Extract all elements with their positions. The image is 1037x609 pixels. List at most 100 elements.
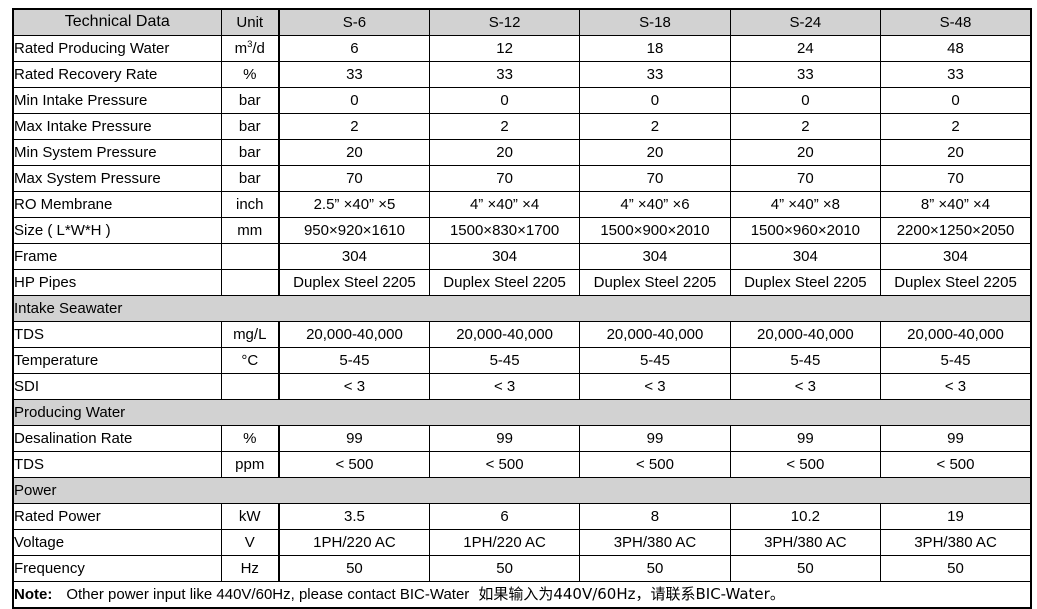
cell-value: 2 [729,113,882,140]
cell-value: 0 [880,87,1032,114]
row-label: Frequency [12,555,222,582]
row-label: Frame [12,243,222,270]
column-header-model-1: S-12 [428,8,581,36]
row-unit: bar [220,113,280,140]
cell-value: 70 [579,165,731,192]
cell-value: 2 [579,113,731,140]
cell-value: 3PH/380 AC [880,529,1032,556]
cell-value: 48 [880,35,1032,62]
cell-value: 70 [880,165,1032,192]
cell-value: < 500 [428,451,581,478]
column-header-model-2: S-18 [579,8,731,36]
row-label: Desalination Rate [12,425,222,452]
cell-value: 2 [880,113,1032,140]
cell-value: 20,000-40,000 [428,321,581,348]
cell-value: < 3 [880,373,1032,400]
cell-value: 5-45 [880,347,1032,374]
table-row: TDS mg/L 20,000-40,000 20,000-40,000 20,000-… [12,321,1032,348]
cell-value: < 3 [729,373,882,400]
cell-value: 1500×960×2010 [729,217,882,244]
column-header-unit: Unit [220,8,280,36]
section-header-row: Power [12,477,1032,504]
cell-value: 50 [428,555,581,582]
cell-value: 304 [277,243,430,270]
cell-value: 1500×830×1700 [428,217,581,244]
row-label: Min Intake Pressure [12,87,222,114]
row-label: Max System Pressure [12,165,222,192]
cell-value: 50 [277,555,430,582]
row-label: Temperature [12,347,222,374]
row-label: SDI [12,373,222,400]
row-unit: ppm [220,451,280,478]
cell-value: 99 [579,425,731,452]
header-row: Technical Data Unit S-6 S-12 S-18 S-24 S… [12,8,1032,36]
cell-value: Duplex Steel 2205 [277,269,430,296]
section-header-row: Intake Seawater [12,295,1032,322]
table-row: Temperature °C 5-45 5-45 5-45 5-45 5-45 [12,347,1032,374]
cell-value: 70 [428,165,581,192]
cell-value: < 3 [579,373,731,400]
table-row: Rated Recovery Rate% 33 33 33 33 33 [12,61,1032,88]
section-header-label: Producing Water [12,399,1032,426]
row-label: Max Intake Pressure [12,113,222,140]
cell-value: 304 [428,243,581,270]
cell-value: 33 [579,61,731,88]
table-row: HP Pipes Duplex Steel 2205 Duplex Steel 22… [12,269,1032,296]
cell-value: 20,000-40,000 [277,321,430,348]
table-row: Frequency Hz 50 50 50 50 50 [12,555,1032,582]
cell-value: < 3 [277,373,430,400]
cell-value: 3.5 [277,503,430,530]
row-unit [220,269,280,296]
note-text-en: Other power input like 440V/60Hz, please… [66,585,470,603]
table-row: Frame 304 304 304 304 304 [12,243,1032,270]
row-label: HP Pipes [12,269,222,296]
cell-value: 18 [579,35,731,62]
cell-value: 99 [428,425,581,452]
table-row: Min System Pressure bar 20 20 20 20 20 [12,139,1032,166]
cell-value: 8” ×40” ×4 [880,191,1032,218]
spec-sheet: Technical Data Unit S-6 S-12 S-18 S-24 S… [12,8,1032,609]
cell-value: 20,000-40,000 [880,321,1032,348]
cell-value: 19 [880,503,1032,530]
table-row: Rated Power kW 3.5 6 8 10.2 19 [12,503,1032,530]
cell-value: 3PH/380 AC [729,529,882,556]
cell-value: 8 [579,503,731,530]
cell-value: 2.5” ×40” ×5 [277,191,430,218]
row-label: TDS [12,451,222,478]
row-label: Rated Producing Water [12,35,222,62]
cell-value: 99 [277,425,430,452]
cell-value: 33 [729,61,882,88]
row-unit: % [220,61,280,88]
row-unit: Hz [220,555,280,582]
cell-value: 20 [880,139,1032,166]
cell-value: < 500 [579,451,731,478]
row-unit: mm [220,217,280,244]
cell-value: < 500 [880,451,1032,478]
cell-value: 50 [729,555,882,582]
column-header-model-4: S-48 [880,8,1032,36]
cell-value: 99 [880,425,1032,452]
row-label: Rated Power [12,503,222,530]
cell-value: 33 [277,61,430,88]
row-label: Size ( L*W*H ) [12,217,222,244]
cell-value: 304 [579,243,731,270]
cell-value: 33 [428,61,581,88]
note-row: Note: Other power input like 440V/60Hz, p… [12,581,1032,609]
cell-value: 0 [428,87,581,114]
row-unit: % [220,425,280,452]
cell-value: 0 [729,87,882,114]
technical-data-table: Technical Data Unit S-6 S-12 S-18 S-24 S… [12,8,1032,609]
column-header-technical-data: Technical Data [12,8,222,36]
cell-value: 12 [428,35,581,62]
note-cell: Note: Other power input like 440V/60Hz, p… [12,581,1032,609]
cell-value: 70 [277,165,430,192]
column-header-model-0: S-6 [277,8,430,36]
cell-value: 50 [579,555,731,582]
cell-value: 4” ×40” ×8 [729,191,882,218]
section-header-label: Intake Seawater [12,295,1032,322]
cell-value: < 500 [277,451,430,478]
table-head: Technical Data Unit S-6 S-12 S-18 S-24 S… [12,8,1032,36]
cell-value: 5-45 [428,347,581,374]
cell-value: Duplex Steel 2205 [579,269,731,296]
cell-value: 20 [277,139,430,166]
